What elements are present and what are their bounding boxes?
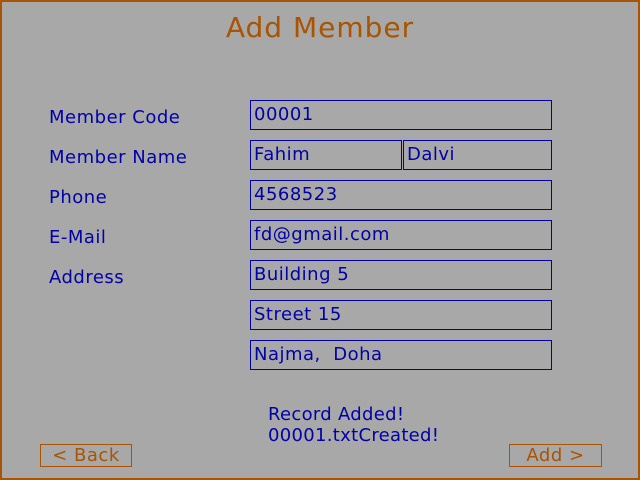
- address-label: Address: [49, 267, 125, 288]
- page-title: Add Member: [225, 11, 415, 44]
- member-name-label: Member Name: [49, 147, 188, 168]
- add-button[interactable]: Add >: [509, 444, 602, 467]
- member-code-label: Member Code: [49, 107, 181, 128]
- phone-label: Phone: [49, 187, 108, 208]
- status-message-file: 00001.txtCreated!: [268, 425, 440, 446]
- add-member-window: Add Member Member Code 00001 Member Name…: [0, 0, 640, 480]
- member-code-field[interactable]: 00001: [250, 100, 552, 130]
- status-message-record: Record Added!: [268, 404, 405, 425]
- back-button[interactable]: < Back: [40, 444, 132, 467]
- first-name-field[interactable]: Fahim: [250, 140, 402, 170]
- address-line1-field[interactable]: Building 5: [250, 260, 552, 290]
- last-name-field[interactable]: Dalvi: [403, 140, 552, 170]
- address-line2-field[interactable]: Street 15: [250, 300, 552, 330]
- address-line3-field[interactable]: Najma, Doha: [250, 340, 552, 370]
- phone-field[interactable]: 4568523: [250, 180, 552, 210]
- email-label: E-Mail: [49, 227, 107, 248]
- email-field[interactable]: fd@gmail.com: [250, 220, 552, 250]
